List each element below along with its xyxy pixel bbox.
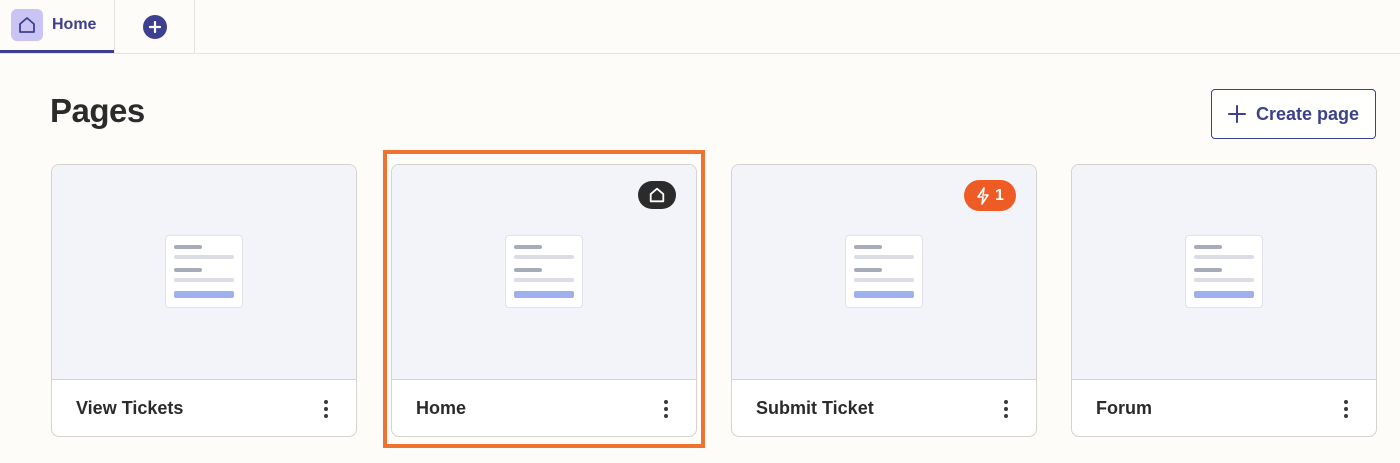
document-thumbnail-icon bbox=[1185, 235, 1263, 308]
plus-icon bbox=[1227, 105, 1246, 123]
page-preview bbox=[392, 165, 696, 380]
page-card[interactable]: Home bbox=[391, 164, 697, 437]
page-card[interactable]: Forum bbox=[1071, 164, 1377, 437]
home-page-badge bbox=[638, 181, 676, 209]
create-page-label: Create page bbox=[1255, 103, 1360, 124]
card-footer: Submit Ticket bbox=[732, 380, 1036, 436]
more-options-icon[interactable] bbox=[996, 397, 1016, 421]
page-preview bbox=[52, 165, 356, 380]
plus-circle-icon bbox=[142, 14, 167, 39]
page-name: View Tickets bbox=[76, 398, 184, 418]
page-card[interactable]: 1 Submit Ticket bbox=[731, 164, 1037, 437]
tab-bar: Home bbox=[0, 0, 1400, 54]
document-thumbnail-icon bbox=[845, 235, 923, 308]
bolt-icon bbox=[977, 186, 989, 205]
tab-home-label: Home bbox=[52, 16, 97, 33]
create-page-button[interactable]: Create page bbox=[1211, 89, 1376, 139]
page-name: Forum bbox=[1096, 398, 1152, 418]
add-tab-button[interactable] bbox=[114, 0, 195, 53]
page-preview: 1 bbox=[732, 165, 1036, 380]
card-footer: Home bbox=[392, 380, 696, 436]
page-name: Submit Ticket bbox=[756, 398, 874, 418]
tab-home[interactable]: Home bbox=[0, 0, 114, 53]
page-name: Home bbox=[416, 398, 467, 418]
document-thumbnail-icon bbox=[505, 235, 583, 308]
home-icon bbox=[649, 187, 665, 203]
card-footer: View Tickets bbox=[52, 380, 356, 436]
more-options-icon[interactable] bbox=[316, 397, 336, 421]
page-card[interactable]: View Tickets bbox=[51, 164, 357, 437]
automation-count: 1 bbox=[995, 186, 1004, 204]
more-options-icon[interactable] bbox=[1336, 397, 1356, 421]
page-preview bbox=[1072, 165, 1376, 380]
card-footer: Forum bbox=[1072, 380, 1376, 436]
more-options-icon[interactable] bbox=[656, 397, 676, 421]
home-icon bbox=[11, 9, 43, 41]
automation-badge[interactable]: 1 bbox=[964, 180, 1016, 211]
page-title: Pages bbox=[50, 92, 145, 129]
document-thumbnail-icon bbox=[165, 235, 243, 308]
